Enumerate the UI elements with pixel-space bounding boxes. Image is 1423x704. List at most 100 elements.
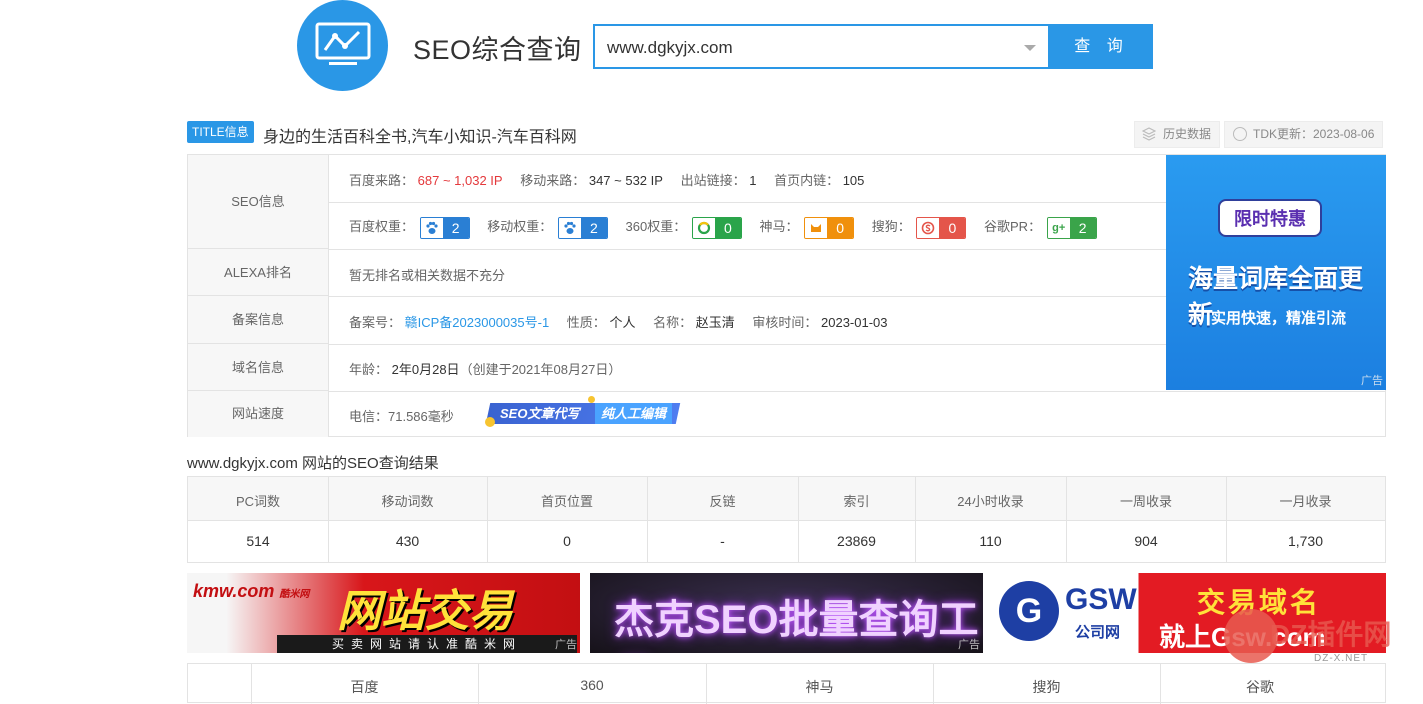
- shenma-icon: [805, 217, 828, 238]
- dz-watermark: DZ插件网 DZ-X.NET: [1224, 603, 1414, 673]
- engine-table-partial: 百度 360 神马 搜狗 谷歌: [187, 663, 1386, 704]
- col-divider: [798, 477, 799, 562]
- domain-age: 2年0月28日: [391, 362, 460, 377]
- col-header-month: 一月收录: [1279, 494, 1332, 509]
- google-plus-icon: g+: [1047, 217, 1070, 238]
- col-header-mobile-words: 移动词数: [381, 494, 434, 509]
- gsw-logo-icon: G: [999, 581, 1059, 641]
- clock-icon: [1233, 127, 1247, 141]
- seo-info-label: SEO信息: [188, 155, 329, 249]
- col-divider: [1066, 477, 1067, 562]
- history-data-label: 历史数据: [1163, 127, 1212, 141]
- layers-icon: [1142, 127, 1156, 141]
- gsw-brand: GSW: [1065, 583, 1137, 616]
- seo-results-table: PC词数 移动词数 首页位置 反链 索引 24小时收录 一周收录 一月收录 51…: [187, 476, 1386, 563]
- engine-header-sogou: 搜狗: [1032, 679, 1061, 695]
- kmw-logo: kmw.com 酷米网: [193, 581, 310, 601]
- value-pc-words[interactable]: 514: [188, 533, 328, 549]
- kmw-banner-ad[interactable]: kmw.com 酷米网 网站交易 买卖网站请认准酷米网 广告: [187, 573, 580, 653]
- value-24h: 110: [979, 533, 1002, 549]
- alexa-label: ALEXA排名: [188, 249, 329, 296]
- weight-badges-row: 百度权重： 2 移动权重： 2 360权重： 0 神马： 0 搜狗： 0 谷歌P…: [349, 216, 1097, 239]
- seo-writing-ad[interactable]: SEO文章代写 纯人工编辑: [485, 403, 681, 424]
- google-pr-badge[interactable]: g+ 2: [1046, 216, 1097, 239]
- inlinks-value: 105: [842, 173, 865, 188]
- kmw-headline: 网站交易: [337, 587, 513, 636]
- promo-sub: 实用快速，精准引流: [1211, 310, 1347, 327]
- beian-number-link[interactable]: 赣ICP备2023000035号-1: [405, 315, 550, 330]
- engine-header-baidu: 百度: [350, 679, 379, 695]
- kmw-tagline: 买卖网站请认准酷米网: [277, 635, 577, 653]
- promo-tag: 限时特惠: [1218, 199, 1322, 237]
- engine-header-google: 谷歌: [1246, 679, 1274, 695]
- beian-nature: 个人: [609, 315, 636, 330]
- row-divider: [329, 344, 1166, 345]
- mobile-traffic-value: 347 ~ 532 IP: [588, 173, 663, 188]
- speed-value: 电信：71.586毫秒: [349, 409, 454, 424]
- sogou-icon: [917, 217, 940, 238]
- monitor-chart-icon: [315, 22, 371, 65]
- jack-seo-banner-ad[interactable]: 杰克SEO批量查询工具 广告: [590, 573, 983, 653]
- ad-label: 广告: [555, 639, 577, 651]
- value-mobile-words[interactable]: 430: [328, 533, 487, 549]
- 360-ring-icon: [692, 217, 715, 238]
- col-header-index: 索引: [843, 494, 870, 509]
- beian-name: 赵玉清: [695, 315, 735, 330]
- alexa-value: 暂无排名或相关数据不充分: [349, 268, 506, 283]
- dropdown-caret-icon[interactable]: [1024, 45, 1036, 51]
- col-header-home-position: 首页位置: [540, 494, 593, 509]
- domain-age-row: 年龄： 2年0月28日（创建于2021年08月27日）: [349, 362, 622, 377]
- col-divider: [487, 477, 488, 562]
- search-button[interactable]: 查 询: [1050, 24, 1153, 69]
- col-header-24h: 24小时收录: [957, 494, 1024, 509]
- col-divider: [328, 477, 329, 562]
- decor-dot: [485, 417, 495, 427]
- title-info-tag: TITLE信息: [187, 121, 254, 143]
- col-header-week: 一周收录: [1119, 494, 1172, 509]
- decor-dot: [588, 396, 595, 403]
- watermark-url: DZ-X.NET: [1314, 653, 1369, 664]
- search-input-value[interactable]: www.dgkyjx.com: [607, 38, 733, 58]
- value-backlinks: -: [720, 533, 725, 549]
- seo-traffic-row: 百度来路： 687 ~ 1,032 IP 移动来路： 347 ~ 532 IP …: [349, 173, 865, 188]
- tdk-update-button[interactable]: TDK更新：2023-08-06: [1224, 121, 1384, 148]
- row-divider: [329, 202, 1166, 203]
- sogou-weight-badge[interactable]: 0: [916, 216, 967, 239]
- 360-weight-badge[interactable]: 0: [691, 216, 742, 239]
- site-title: 身边的生活百科全书,汽车小知识-汽车百科网: [263, 129, 577, 146]
- col-divider: [915, 477, 916, 562]
- mobile-weight-badge[interactable]: 2: [557, 216, 608, 239]
- tdk-update-label: TDK更新：2023-08-06: [1253, 127, 1375, 141]
- promo-ad-right[interactable]: 限时特惠 海量词库全面更新 实用快速，精准引流 广告: [1166, 155, 1386, 390]
- shenma-weight-badge[interactable]: 0: [804, 216, 855, 239]
- history-data-button[interactable]: 历史数据: [1134, 121, 1221, 148]
- site-logo[interactable]: [297, 0, 388, 91]
- watermark-text: DZ插件网: [1270, 619, 1392, 650]
- col-header-backlinks: 反链: [709, 494, 736, 509]
- results-title: www.dgkyjx.com 网站的SEO查询结果: [187, 455, 439, 472]
- brand-title: SEO综合查询: [413, 35, 582, 65]
- gsw-brand-sub: 公司网: [1075, 624, 1121, 641]
- domain-created: （创建于2021年08月27日）: [459, 362, 622, 377]
- value-month: 1,730: [1287, 533, 1324, 549]
- row-divider: [329, 249, 1166, 250]
- value-home-position: 0: [563, 533, 571, 549]
- col-divider: [647, 477, 648, 562]
- col-header-pc-words: PC词数: [235, 494, 281, 509]
- jack-seo-headline: 杰克SEO批量查询工具: [614, 598, 979, 642]
- speed-label: 网站速度: [188, 391, 329, 437]
- engine-header-shenma: 神马: [805, 679, 834, 695]
- beian-row: 备案号： 赣ICP备2023000035号-1 性质： 个人 名称： 赵玉清 审…: [349, 315, 888, 330]
- value-week: 904: [1134, 533, 1158, 549]
- search-input[interactable]: www.dgkyjx.com: [593, 24, 1050, 69]
- baidu-traffic-value: 687 ~ 1,032 IP: [417, 173, 503, 188]
- ad-label: 广告: [1361, 375, 1383, 387]
- baidu-weight-badge[interactable]: 2: [419, 216, 470, 239]
- row-divider: [329, 296, 1166, 297]
- beian-audit-date: 2023-01-03: [821, 315, 888, 330]
- domain-label: 域名信息: [188, 344, 329, 391]
- engine-header-360: 360: [580, 677, 604, 693]
- value-index[interactable]: 23869: [798, 533, 915, 549]
- col-divider: [1226, 477, 1227, 562]
- row-divider: [329, 391, 1386, 392]
